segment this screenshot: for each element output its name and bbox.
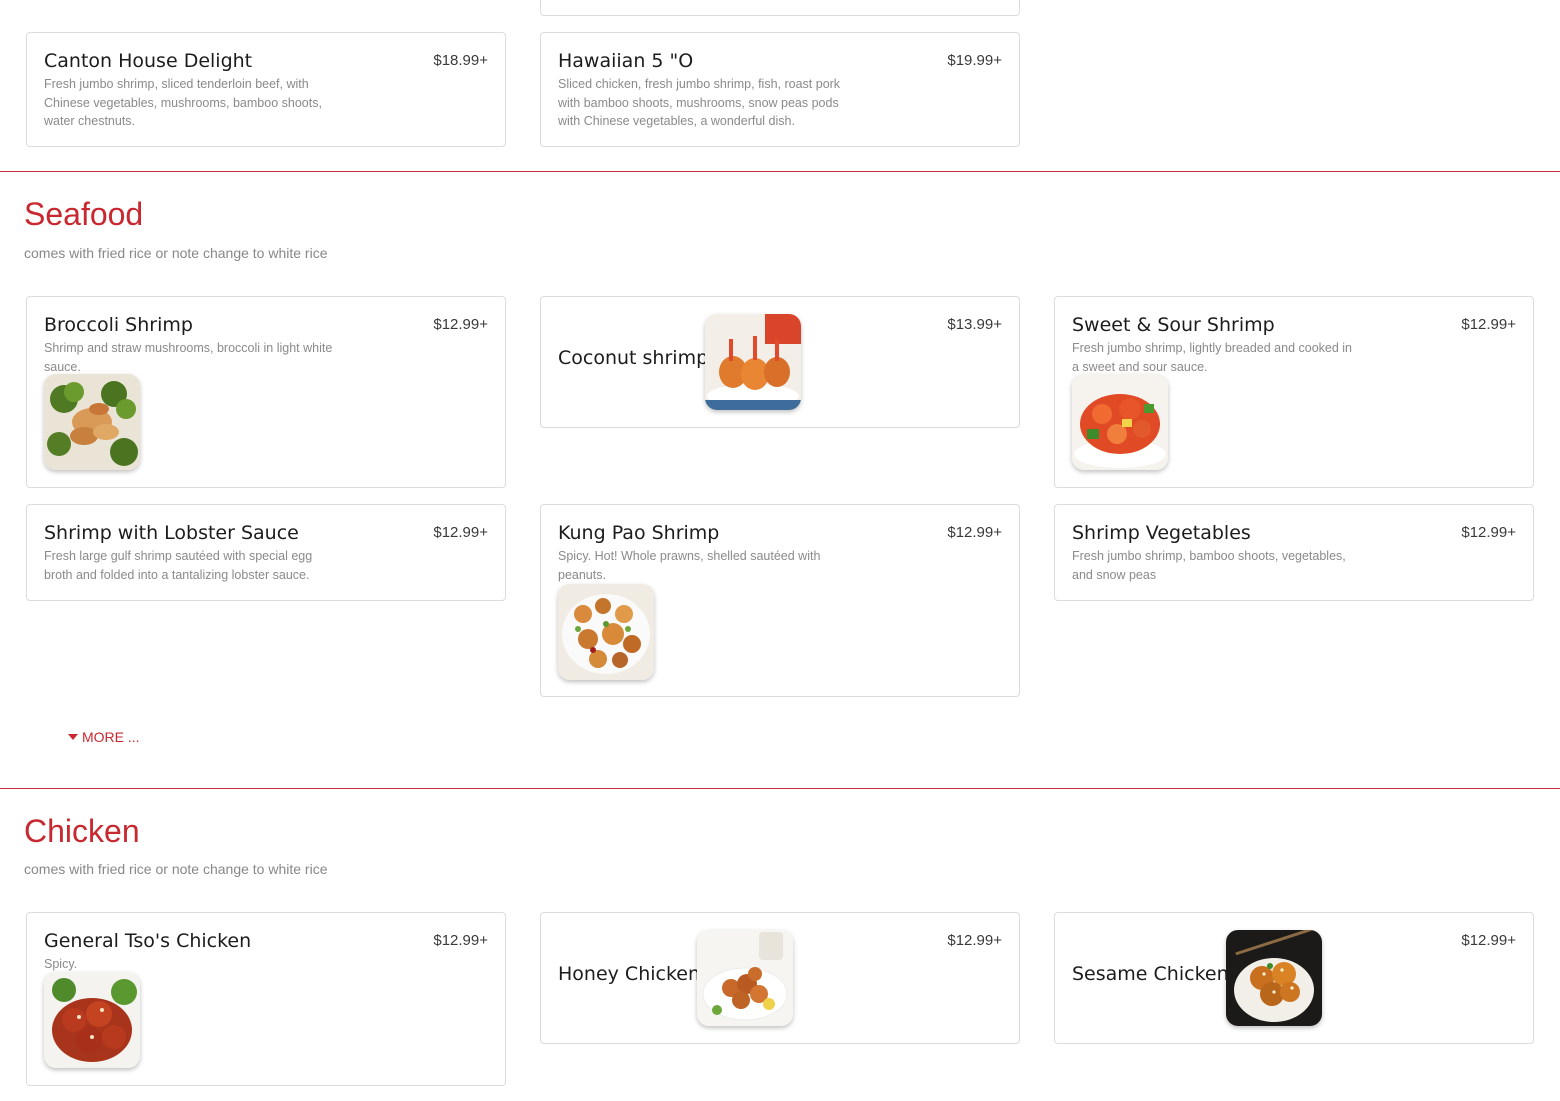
kung-pao-shrimp-photo xyxy=(558,584,654,680)
section-subtitle: comes with fried rice or note change to … xyxy=(24,245,328,261)
menu-item-kung-pao-shrimp[interactable]: Kung Pao Shrimp $12.99+ Spicy. Hot! Whol… xyxy=(540,504,1020,697)
caret-down-icon xyxy=(68,734,78,740)
item-name: Shrimp with Lobster Sauce xyxy=(44,522,299,544)
item-description: Fresh jumbo shrimp, bamboo shoots, veget… xyxy=(1072,549,1346,582)
item-price: $19.99+ xyxy=(947,52,1002,69)
menu-item-honey-chicken[interactable]: Honey Chicken $12.99+ xyxy=(540,912,1020,1044)
menu-item-hawaiian-5-o[interactable]: Hawaiian 5 "O $19.99+ Sliced chicken, fr… xyxy=(540,32,1020,147)
sweet-sour-shrimp-photo xyxy=(1072,374,1168,470)
more-label: MORE ... xyxy=(82,729,140,745)
item-name: Broccoli Shrimp xyxy=(44,314,193,336)
menu-item-coconut-shrimp[interactable]: Coconut shrimp $13.99+ xyxy=(540,296,1020,428)
item-name: Hawaiian 5 "O xyxy=(558,50,694,72)
item-price: $18.99+ xyxy=(433,52,488,69)
item-description: Sliced chicken, fresh jumbo shrimp, fish… xyxy=(558,77,841,128)
item-description: Fresh large gulf shrimp sautéed with spe… xyxy=(44,549,313,582)
item-name: Sesame Chicken xyxy=(1072,963,1229,985)
item-price: $12.99+ xyxy=(433,316,488,333)
broccoli-shrimp-photo xyxy=(44,374,140,470)
menu-item-shrimp-lobster-sauce[interactable]: Shrimp with Lobster Sauce $12.99+ Fresh … xyxy=(26,504,506,601)
item-price: $12.99+ xyxy=(947,524,1002,541)
item-name: General Tso's Chicken xyxy=(44,930,252,952)
item-name: Shrimp Vegetables xyxy=(1072,522,1251,544)
item-price: $13.99+ xyxy=(947,316,1002,333)
menu-item-sweet-sour-shrimp[interactable]: Sweet & Sour Shrimp $12.99+ Fresh jumbo … xyxy=(1054,296,1534,488)
item-price: $12.99+ xyxy=(1461,524,1516,541)
menu-item-broccoli-shrimp[interactable]: Broccoli Shrimp $12.99+ Shrimp and straw… xyxy=(26,296,506,488)
honey-chicken-photo xyxy=(697,930,793,1026)
section-subtitle: comes with fried rice or note change to … xyxy=(24,861,328,877)
general-tso-chicken-photo xyxy=(44,972,140,1068)
section-divider xyxy=(0,171,1560,172)
menu-item-sesame-chicken[interactable]: Sesame Chicken $12.99+ xyxy=(1054,912,1534,1044)
menu-item-shrimp-vegetables[interactable]: Shrimp Vegetables $12.99+ Fresh jumbo sh… xyxy=(1054,504,1534,601)
menu-card-partial[interactable] xyxy=(540,0,1020,16)
sesame-chicken-photo xyxy=(1226,930,1322,1026)
section-title-seafood: Seafood xyxy=(24,196,144,232)
coconut-shrimp-photo xyxy=(705,314,801,410)
more-items-link[interactable]: MORE ... xyxy=(68,729,140,745)
item-description: Fresh jumbo shrimp, lightly breaded and … xyxy=(1072,341,1353,374)
section-title-chicken: Chicken xyxy=(24,813,140,849)
item-price: $12.99+ xyxy=(433,524,488,541)
item-price: $12.99+ xyxy=(1461,932,1516,949)
section-divider xyxy=(0,788,1560,789)
item-description: Spicy. Hot! Whole prawns, shelled sautée… xyxy=(558,549,821,582)
item-name: Sweet & Sour Shrimp xyxy=(1072,314,1275,336)
item-price: $12.99+ xyxy=(433,932,488,949)
menu-item-canton-house-delight[interactable]: Canton House Delight $18.99+ Fresh jumbo… xyxy=(26,32,506,147)
menu-item-general-tsos-chicken[interactable]: General Tso's Chicken $12.99+ Spicy. xyxy=(26,912,506,1086)
item-name: Coconut shrimp xyxy=(558,347,709,369)
item-price: $12.99+ xyxy=(1461,316,1516,333)
item-description: Fresh jumbo shrimp, sliced tenderloin be… xyxy=(44,77,322,128)
item-name: Honey Chicken xyxy=(558,963,701,985)
item-description: Spicy. xyxy=(44,957,78,971)
item-description: Shrimp and straw mushrooms, broccoli in … xyxy=(44,341,333,374)
item-price: $12.99+ xyxy=(947,932,1002,949)
item-name: Canton House Delight xyxy=(44,50,253,72)
item-name: Kung Pao Shrimp xyxy=(558,522,720,544)
